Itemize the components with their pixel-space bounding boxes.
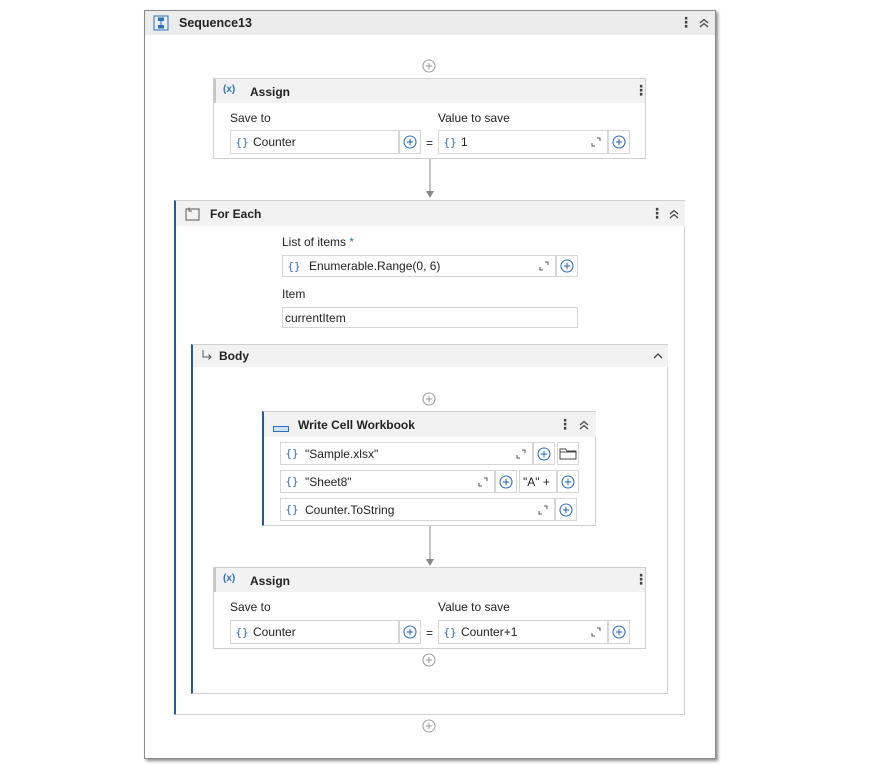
item-field[interactable]: currentItem: [282, 307, 578, 328]
add-activity-body-top-icon[interactable]: [422, 392, 436, 406]
body-title: Body: [219, 349, 249, 363]
sequence-title: Sequence13: [179, 16, 252, 30]
for-each-menu-icon[interactable]: ⋮: [650, 206, 664, 220]
write-cell-workbook-activity[interactable]: Write Cell Workbook ⋮ {} "Sample.xlsx" {…: [262, 411, 596, 526]
sheet-name-value: "Sheet8": [305, 474, 352, 489]
workbook-path-add-button[interactable]: [533, 442, 555, 465]
assign-2-menu-icon[interactable]: ⋮: [634, 572, 648, 586]
expression-brace-icon: {}: [235, 135, 249, 149]
expand-editor-icon[interactable]: [536, 503, 550, 517]
assign-1-value-label: Value to save: [438, 111, 510, 125]
workbook-path-value: "Sample.xlsx": [305, 446, 379, 461]
assign-2-equals: =: [426, 626, 434, 640]
assign-2-value-label: Value to save: [438, 600, 510, 614]
cell-address-field[interactable]: "A" +: [519, 470, 557, 493]
for-each-collapse-icon[interactable]: [667, 207, 681, 221]
sheet-name-field[interactable]: {} "Sheet8": [280, 470, 495, 493]
body-arrow-icon: [201, 349, 213, 361]
assign-icon: (x): [223, 84, 236, 95]
expression-brace-icon: {}: [287, 259, 301, 273]
plus-circle-icon: [561, 475, 575, 489]
assign-1-save-to-value: Counter: [253, 135, 296, 149]
expand-editor-icon[interactable]: [476, 475, 490, 489]
assign-1-value: 1: [461, 135, 468, 149]
add-activity-bottom-icon[interactable]: [422, 719, 436, 733]
expression-brace-icon: {}: [235, 625, 249, 639]
assign-2-title: Assign: [250, 574, 291, 588]
plus-circle-icon: [560, 259, 574, 273]
plus-circle-icon: [559, 503, 573, 517]
for-each-title: For Each: [210, 207, 262, 221]
assign-2-save-to-value: Counter: [253, 625, 296, 639]
assign-2-value-add-button[interactable]: [608, 620, 630, 644]
expand-editor-icon[interactable]: [589, 135, 603, 149]
write-cell-collapse-icon[interactable]: [577, 418, 591, 432]
plus-circle-icon: [403, 135, 417, 149]
folder-icon: [559, 448, 577, 459]
assign-1-header[interactable]: (x) Assign ⋮: [214, 79, 648, 103]
sequence-icon: [153, 15, 169, 31]
expression-brace-icon: {}: [443, 625, 457, 639]
assign-1-menu-icon[interactable]: ⋮: [634, 83, 648, 97]
assign-1-save-to-add-button[interactable]: [399, 130, 421, 154]
assign-2-save-to-field[interactable]: {} Counter: [230, 620, 399, 644]
excel-cell-icon: [273, 421, 289, 432]
item-value: currentItem: [285, 310, 346, 325]
add-activity-top-icon[interactable]: [422, 59, 436, 73]
assign-activity-1[interactable]: (x) Assign ⋮ Save to Value to save {} Co…: [213, 78, 648, 159]
cell-text-value: Counter.ToString: [305, 502, 395, 517]
sequence-menu-icon[interactable]: ⋮: [679, 15, 693, 29]
connector-arrow: [426, 159, 434, 198]
assign-1-save-to-field[interactable]: {} Counter: [230, 130, 399, 154]
list-of-items-add-button[interactable]: [556, 255, 578, 277]
browse-folder-button[interactable]: [557, 442, 579, 465]
add-activity-body-bottom-icon[interactable]: [422, 653, 436, 667]
assign-2-value: Counter+1: [461, 625, 518, 639]
expand-editor-icon[interactable]: [589, 625, 603, 639]
for-each-icon: [185, 207, 201, 221]
plus-circle-icon: [612, 135, 626, 149]
expression-brace-icon: {}: [285, 447, 299, 460]
body-collapse-icon[interactable]: [651, 349, 665, 363]
write-cell-menu-icon[interactable]: ⋮: [558, 417, 572, 431]
assign-2-save-to-label: Save to: [230, 600, 271, 614]
assign-icon: (x): [223, 573, 236, 584]
assign-activity-2[interactable]: (x) Assign ⋮ Save to Value to save {} Co…: [213, 567, 648, 649]
list-of-items-value: Enumerable.Range(0, 6): [309, 259, 441, 273]
assign-1-save-to-label: Save to: [230, 111, 271, 125]
list-of-items-label: List of items *: [282, 235, 355, 249]
assign-1-value-field[interactable]: {} 1: [438, 130, 608, 154]
plus-circle-icon: [403, 625, 417, 639]
cell-address-add-button[interactable]: [557, 470, 579, 493]
connector-arrow: [426, 526, 434, 566]
write-cell-header[interactable]: Write Cell Workbook ⋮: [264, 412, 596, 437]
assign-2-value-field[interactable]: {} Counter+1: [438, 620, 608, 644]
assign-1-title: Assign: [250, 85, 291, 99]
assign-2-header[interactable]: (x) Assign ⋮: [214, 568, 648, 592]
cell-text-add-button[interactable]: [555, 498, 577, 521]
body-header[interactable]: Body: [193, 345, 668, 367]
cell-address-value: "A" +: [523, 474, 550, 489]
expression-brace-icon: {}: [285, 475, 299, 488]
write-cell-title: Write Cell Workbook: [298, 418, 415, 432]
expand-editor-icon[interactable]: [537, 259, 551, 273]
expand-editor-icon[interactable]: [514, 447, 528, 461]
sequence-collapse-icon[interactable]: [697, 16, 711, 30]
plus-circle-icon: [499, 475, 513, 489]
assign-1-equals: =: [426, 136, 434, 150]
expression-brace-icon: {}: [285, 503, 299, 516]
expression-brace-icon: {}: [443, 135, 457, 149]
assign-2-save-to-add-button[interactable]: [399, 620, 421, 644]
item-label: Item: [282, 287, 306, 301]
cell-text-field[interactable]: {} Counter.ToString: [280, 498, 555, 521]
list-of-items-field[interactable]: {} Enumerable.Range(0, 6): [282, 255, 556, 277]
sheet-name-add-button[interactable]: [495, 470, 517, 493]
assign-1-value-add-button[interactable]: [608, 130, 630, 154]
plus-circle-icon: [537, 447, 551, 461]
plus-circle-icon: [612, 625, 626, 639]
sequence-header[interactable]: Sequence13 ⋮: [145, 11, 715, 35]
workbook-path-field[interactable]: {} "Sample.xlsx": [280, 442, 533, 465]
for-each-header[interactable]: For Each ⋮: [176, 201, 685, 226]
